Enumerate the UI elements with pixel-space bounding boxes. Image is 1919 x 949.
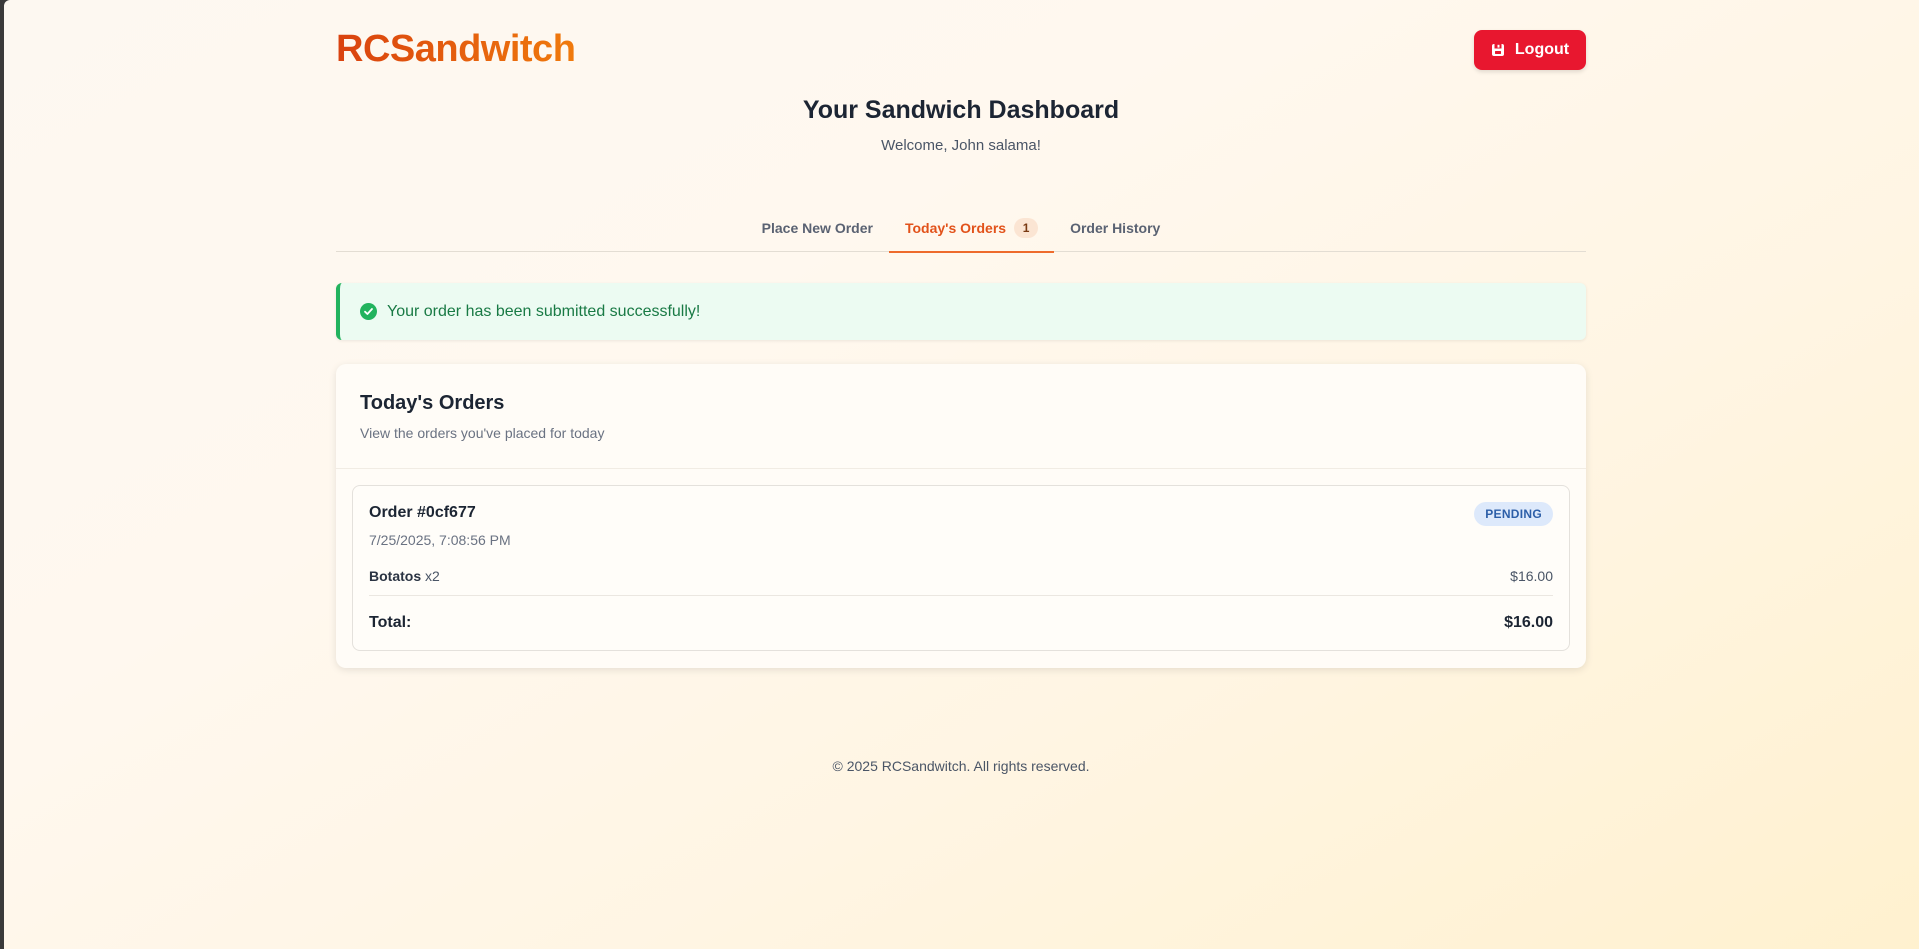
order-item: Order #0cf677 7/25/2025, 7:08:56 PM PEND… bbox=[352, 485, 1570, 651]
tab-label: Order History bbox=[1070, 220, 1161, 236]
todays-orders-card: Today's Orders View the orders you've pl… bbox=[336, 364, 1586, 668]
card-subtitle: View the orders you've placed for today bbox=[360, 425, 605, 441]
tab-bar: Place New Order Today's Orders 1 Order H… bbox=[336, 204, 1586, 253]
item-price: $16.00 bbox=[1510, 568, 1553, 584]
order-id: Order #0cf677 bbox=[369, 504, 476, 521]
top-bar: RCSandwitch Logout bbox=[336, 0, 1586, 100]
main-container: RCSandwitch Logout Your Sandwich Dashboa… bbox=[336, 0, 1586, 774]
tab-todays-orders[interactable]: Today's Orders 1 bbox=[888, 204, 1055, 253]
welcome-message: Welcome, John salama! bbox=[881, 137, 1041, 154]
tab-label: Today's Orders bbox=[904, 220, 1007, 236]
item-quantity: x2 bbox=[425, 568, 440, 584]
status-badge: PENDING bbox=[1474, 502, 1553, 526]
tab-label: Place New Order bbox=[761, 220, 873, 236]
brand-logo[interactable]: RCSandwitch bbox=[336, 28, 576, 71]
success-alert: Your order has been submitted successful… bbox=[336, 283, 1586, 340]
logout-icon bbox=[1491, 44, 1504, 56]
item-name: Botatos bbox=[369, 568, 422, 584]
page-title: Your Sandwich Dashboard bbox=[802, 96, 1120, 124]
check-circle-icon bbox=[360, 303, 377, 320]
total-label: Total: bbox=[369, 614, 412, 631]
logout-button[interactable]: Logout bbox=[1474, 30, 1586, 70]
order-date: 7/25/2025, 7:08:56 PM bbox=[369, 532, 511, 548]
card-title: Today's Orders bbox=[360, 392, 505, 414]
order-line-item: Botatos x2 $16.00 bbox=[369, 562, 1553, 596]
card-header: Today's Orders View the orders you've pl… bbox=[336, 364, 1586, 469]
app-viewport: RCSandwitch Logout Your Sandwich Dashboa… bbox=[4, 0, 1919, 949]
tab-place-new-order[interactable]: Place New Order bbox=[746, 204, 889, 252]
footer-copyright: © 2025 RCSandwitch. All rights reserved. bbox=[832, 758, 1090, 774]
alert-message: Your order has been submitted successful… bbox=[387, 302, 701, 320]
logout-label: Logout bbox=[1514, 41, 1570, 58]
order-count-badge: 1 bbox=[1014, 218, 1039, 238]
total-value: $16.00 bbox=[1504, 614, 1553, 631]
tab-order-history[interactable]: Order History bbox=[1054, 204, 1176, 252]
